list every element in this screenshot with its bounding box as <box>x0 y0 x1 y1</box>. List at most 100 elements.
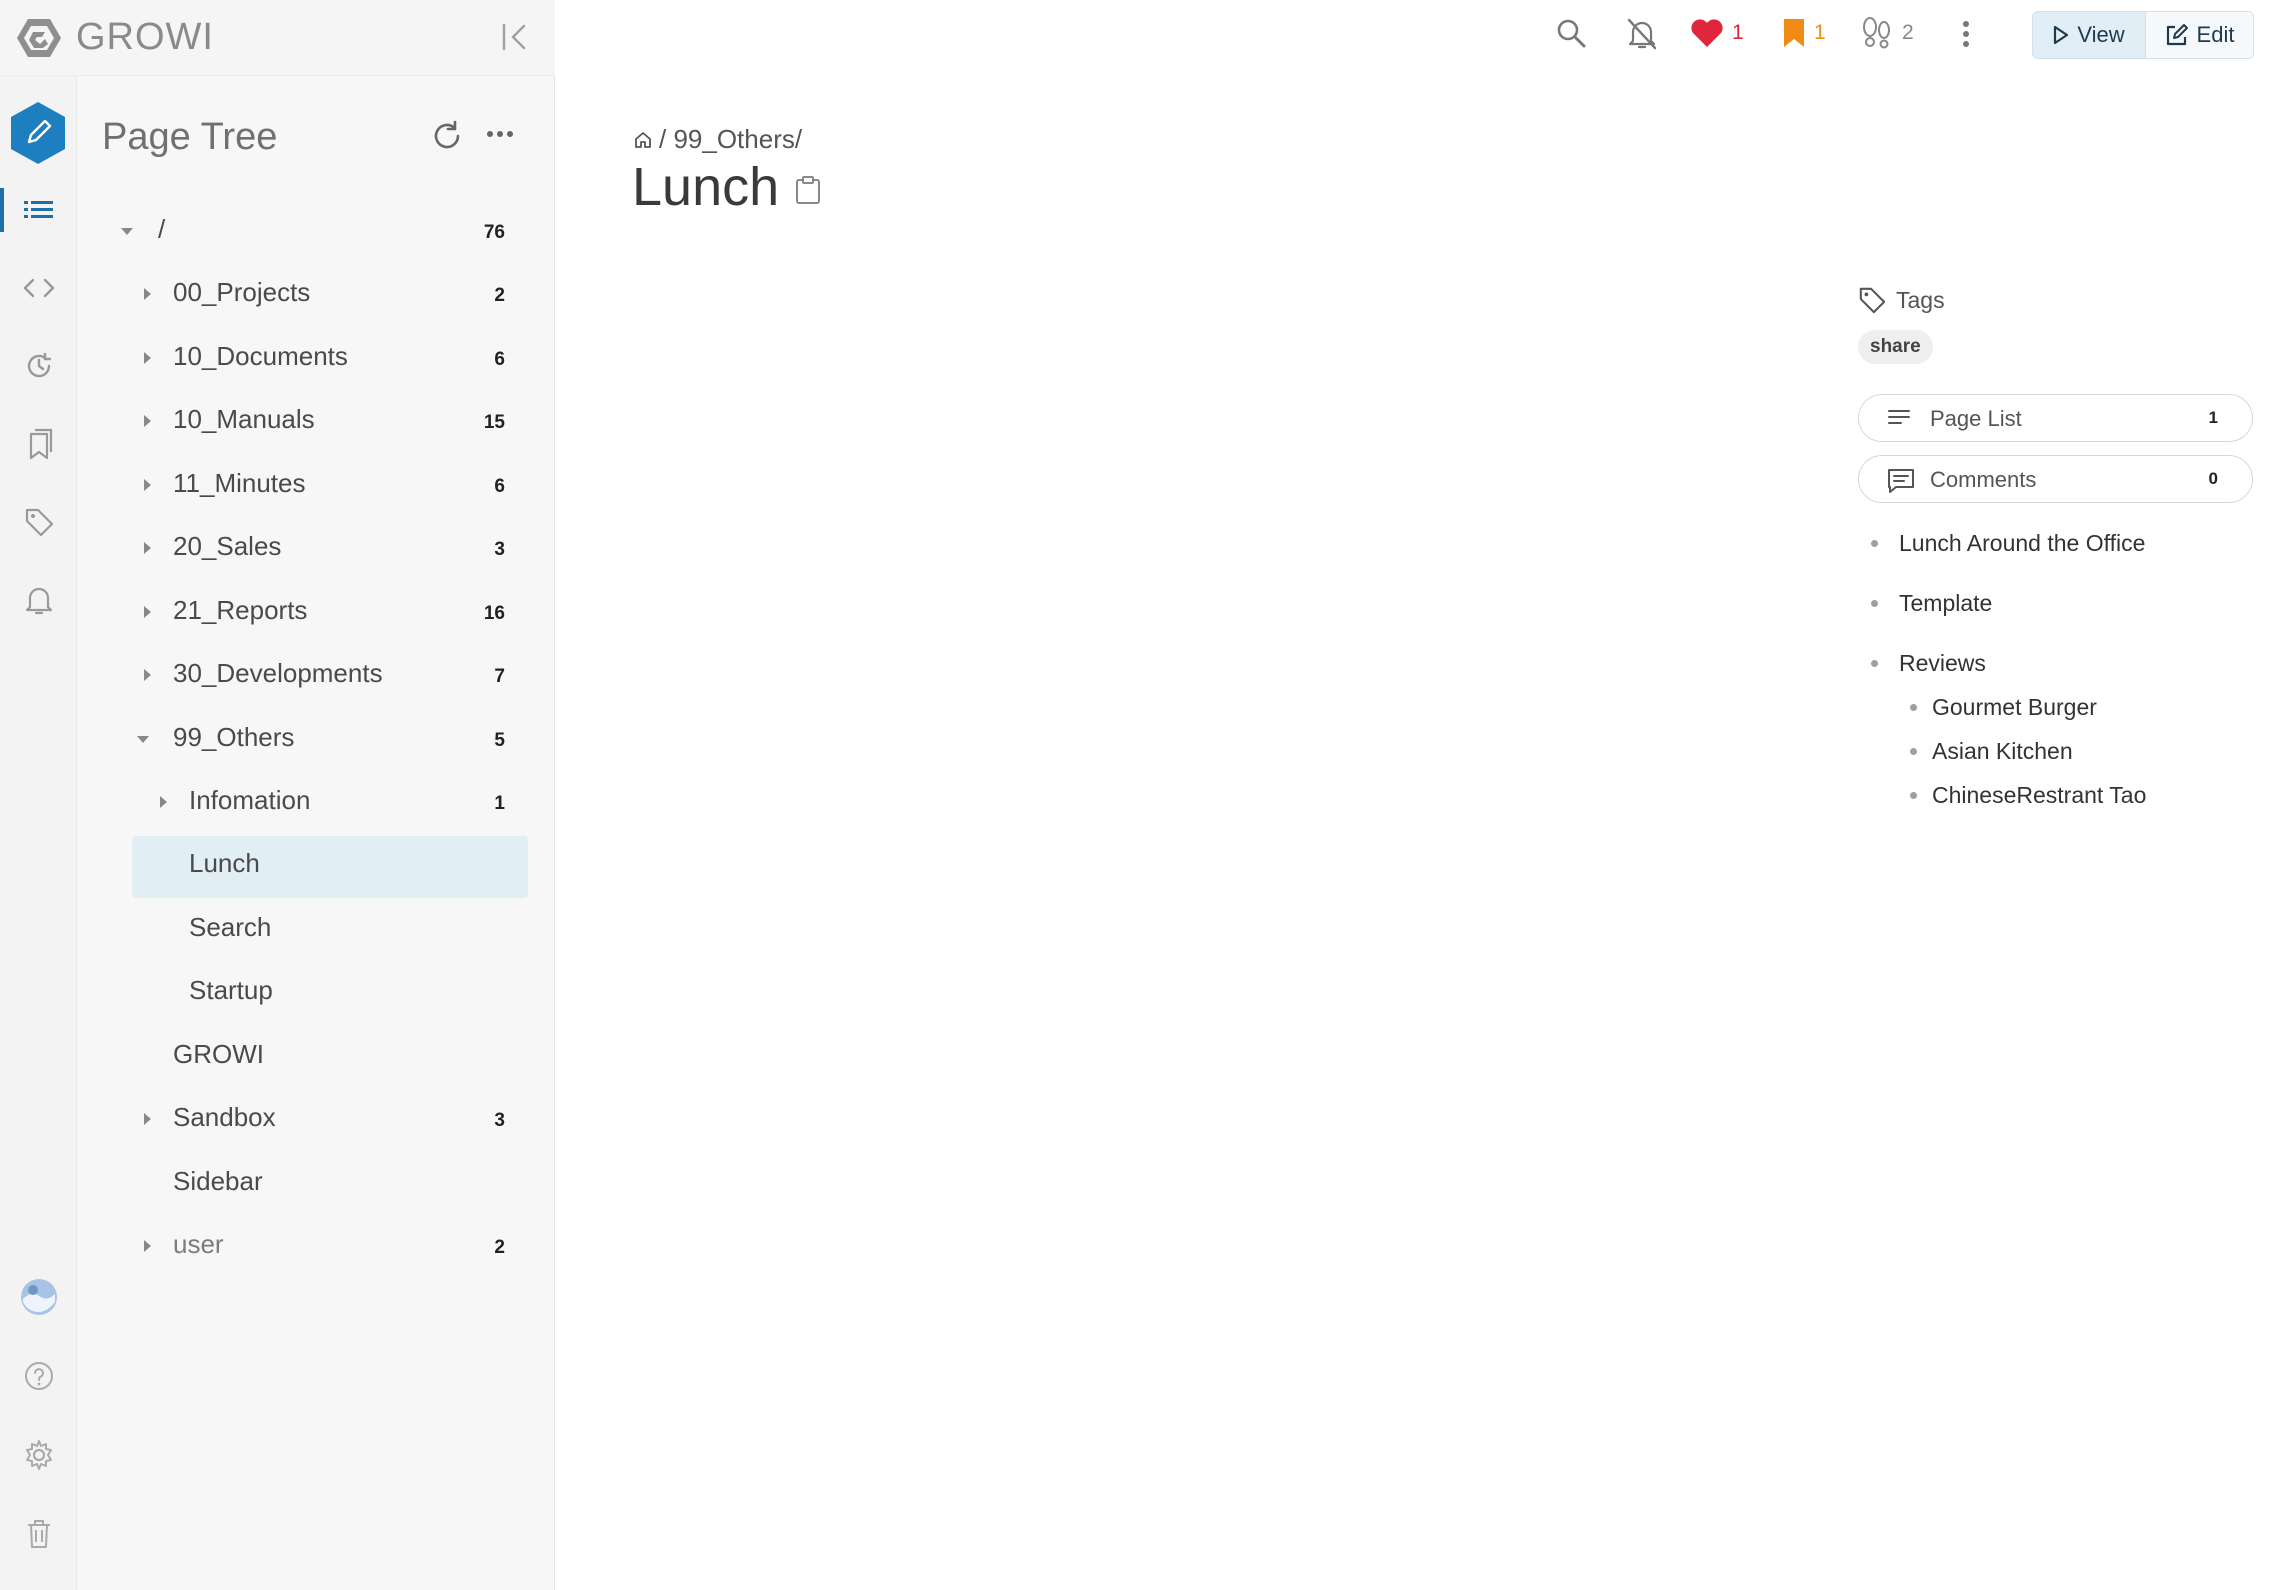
caret-right-icon[interactable] <box>139 604 155 620</box>
seen-users-button[interactable]: 2 <box>1860 17 1914 49</box>
toc-link[interactable]: Gourmet Burger <box>1932 694 2097 720</box>
rail-trash[interactable] <box>0 1504 77 1564</box>
heart-icon <box>1690 18 1724 48</box>
toc-item[interactable]: Template <box>1871 590 1992 617</box>
breadcrumb: / 99_Others/ <box>633 124 802 155</box>
tree-item-10-manuals[interactable]: 10_Manuals 15 <box>77 392 555 452</box>
view-label: View <box>2077 22 2125 47</box>
tree-item-99-others[interactable]: 99_Others 5 <box>77 710 555 770</box>
caret-right-icon[interactable] <box>139 540 155 556</box>
caret-right-icon[interactable] <box>139 1238 155 1254</box>
home-icon[interactable] <box>633 130 653 150</box>
edit-button[interactable]: Edit <box>2145 12 2253 58</box>
toc-subitem[interactable]: Asian Kitchen <box>1910 738 2073 765</box>
tree-item-00-projects[interactable]: 00_Projects 2 <box>77 265 555 325</box>
tree-item-search[interactable]: Search <box>77 900 555 960</box>
rail-user-avatar[interactable] <box>0 1267 77 1327</box>
rail-page-tree[interactable] <box>0 180 77 240</box>
tree-item-label: GROWI <box>173 1039 264 1069</box>
tree-item-label: 10_Manuals <box>173 404 315 434</box>
create-page-button[interactable] <box>5 100 71 166</box>
comments-label: Comments <box>1930 467 2037 492</box>
caret-right-icon[interactable] <box>139 477 155 493</box>
seen-users-count: 2 <box>1902 21 1914 44</box>
like-count: 1 <box>1732 21 1744 44</box>
bullet <box>1871 660 1878 667</box>
tag-badge[interactable]: share <box>1858 330 1933 364</box>
tree-item-count: 3 <box>494 539 505 560</box>
breadcrumb-path[interactable]: / 99_Others/ <box>659 124 802 155</box>
caret-right-icon[interactable] <box>139 413 155 429</box>
tags-header: Tags <box>1858 286 1945 314</box>
tree-item-count: 16 <box>483 603 505 624</box>
toc-item[interactable]: Reviews <box>1871 650 1986 677</box>
rail-notifications[interactable] <box>0 570 77 630</box>
tree-item-21-reports[interactable]: 21_Reports 16 <box>77 583 555 643</box>
caret-down-icon[interactable] <box>135 731 151 747</box>
subscribe-bell-off-icon[interactable] <box>1626 17 1658 51</box>
caret-right-icon[interactable] <box>139 667 155 683</box>
tree-item-root[interactable]: / 76 <box>77 202 555 262</box>
view-button[interactable]: View <box>2033 12 2145 58</box>
toc-link[interactable]: Template <box>1899 590 1992 616</box>
tree-item-startup[interactable]: Startup <box>77 963 555 1023</box>
rail-custom-sidebar[interactable] <box>0 258 77 318</box>
comments-button[interactable]: Comments 0 <box>1858 455 2253 503</box>
rail-help[interactable] <box>0 1346 77 1406</box>
caret-right-icon[interactable] <box>139 286 155 302</box>
toc-link[interactable]: Asian Kitchen <box>1932 738 2073 764</box>
brand-name[interactable]: GROWI <box>76 16 214 59</box>
edit-label: Edit <box>2196 22 2235 47</box>
toc-link[interactable]: Lunch Around the Office <box>1899 530 2145 556</box>
bookmark-count: 1 <box>1814 21 1826 44</box>
caret-right-icon[interactable] <box>139 350 155 366</box>
caret-down-icon[interactable] <box>119 223 135 239</box>
rail-settings[interactable] <box>0 1425 77 1485</box>
bell-icon <box>25 584 53 616</box>
code-icon <box>23 277 55 299</box>
tree-item-11-minutes[interactable]: 11_Minutes 6 <box>77 456 555 516</box>
tree-item-infomation[interactable]: Infomation 1 <box>77 773 555 833</box>
tree-item-label: Startup <box>189 975 273 1005</box>
page-title: Lunch <box>632 157 780 217</box>
tree-item-sidebar[interactable]: Sidebar <box>77 1154 555 1214</box>
refresh-icon[interactable] <box>431 120 463 152</box>
comments-count: 0 <box>2208 469 2218 488</box>
toc-link[interactable]: Reviews <box>1899 650 1986 676</box>
list-lines-icon <box>1887 407 1911 429</box>
tree-item-sandbox[interactable]: Sandbox 3 <box>77 1090 555 1150</box>
history-icon <box>24 351 54 381</box>
tree-item-30-developments[interactable]: 30_Developments 7 <box>77 646 555 706</box>
caret-right-icon[interactable] <box>155 794 171 810</box>
like-button[interactable]: 1 <box>1690 18 1744 48</box>
tree-item-count: 6 <box>494 349 505 370</box>
tree-item-label: Search <box>189 912 272 942</box>
rail-recent-changes[interactable] <box>0 336 77 396</box>
toc-link[interactable]: ChineseRestrant Tao <box>1932 782 2146 808</box>
collapse-sidebar-icon[interactable] <box>500 22 530 52</box>
page-list-button[interactable]: Page List 1 <box>1858 394 2253 442</box>
rail-tags[interactable] <box>0 492 77 552</box>
toc-subitem[interactable]: Gourmet Burger <box>1910 694 2097 721</box>
page-menu-kebab-icon[interactable] <box>1962 20 1970 48</box>
caret-right-icon[interactable] <box>139 1111 155 1127</box>
more-options-icon[interactable] <box>486 130 514 138</box>
toc-subitem[interactable]: ChineseRestrant Tao <box>1910 782 2146 809</box>
copy-path-icon[interactable] <box>795 175 821 205</box>
rail-bookmarks[interactable] <box>0 414 77 474</box>
search-icon[interactable] <box>1555 17 1587 49</box>
footprints-icon <box>1860 17 1894 49</box>
tree-item-10-documents[interactable]: 10_Documents 6 <box>77 329 555 389</box>
tree-item-user[interactable]: user 2 <box>77 1217 555 1277</box>
tree-item-count: 1 <box>494 793 505 814</box>
toc-item[interactable]: Lunch Around the Office <box>1871 530 2145 557</box>
tree-item-lunch[interactable]: Lunch <box>77 836 555 898</box>
tree-item-growi[interactable]: GROWI <box>77 1027 555 1087</box>
tree-item-count: 5 <box>494 730 505 751</box>
page-list-label: Page List <box>1930 406 2022 431</box>
tree-item-20-sales[interactable]: 20_Sales 3 <box>77 519 555 579</box>
tree-item-label: 10_Documents <box>173 341 348 371</box>
tree-item-label: Sidebar <box>173 1166 263 1196</box>
bookmark-button[interactable]: 1 <box>1782 18 1826 48</box>
growi-logo-icon[interactable] <box>16 17 62 59</box>
